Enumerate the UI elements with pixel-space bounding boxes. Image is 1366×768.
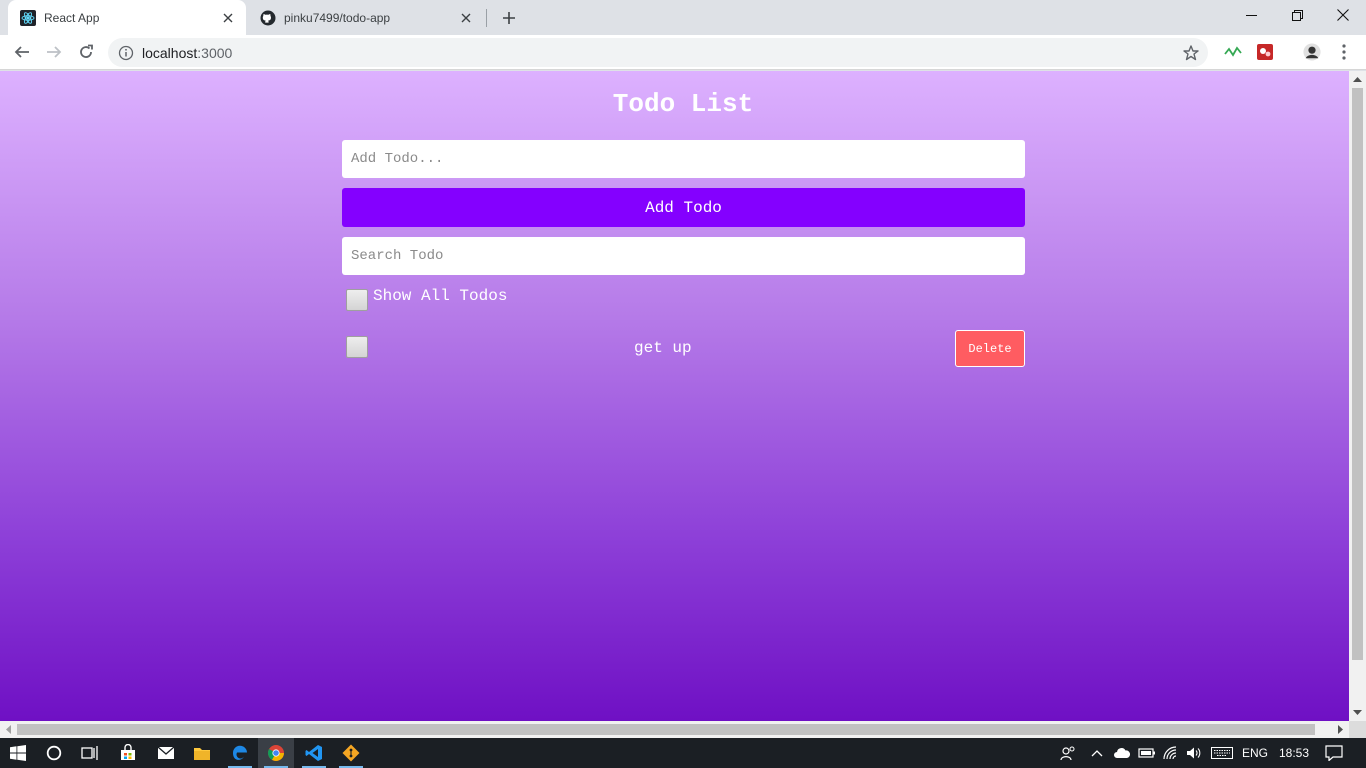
scroll-down-icon[interactable] [1353, 708, 1362, 717]
tab-title: React App [44, 10, 100, 25]
new-tab-icon[interactable] [498, 7, 520, 29]
site-info-icon[interactable] [118, 45, 134, 61]
action-center-icon[interactable] [1322, 738, 1346, 768]
scroll-left-icon[interactable] [4, 725, 13, 734]
extension-activity-icon[interactable] [1224, 43, 1242, 61]
tab-react-app[interactable]: React App [8, 0, 246, 35]
onedrive-icon[interactable] [1112, 738, 1132, 768]
close-tab-icon[interactable] [456, 8, 476, 28]
profile-avatar-icon[interactable] [1303, 43, 1321, 61]
add-todo-button[interactable]: Add Todo [342, 188, 1025, 227]
delete-todo-button[interactable]: Delete [955, 330, 1025, 367]
people-icon[interactable] [1058, 738, 1078, 768]
show-all-todos-checkbox[interactable] [346, 289, 368, 311]
reload-icon[interactable] [73, 39, 99, 65]
add-todo-input[interactable] [342, 140, 1025, 178]
extension-game-icon[interactable] [1256, 43, 1274, 61]
volume-icon[interactable] [1184, 738, 1204, 768]
cortana-icon[interactable] [36, 738, 72, 768]
scroll-right-icon[interactable] [1336, 725, 1345, 734]
page-viewport: Todo List Add Todo Show All Todos get up… [0, 71, 1349, 721]
back-icon[interactable] [9, 39, 35, 65]
vertical-scroll-thumb[interactable] [1352, 88, 1363, 660]
chrome-icon[interactable] [258, 738, 294, 768]
task-view-icon[interactable] [72, 738, 108, 768]
battery-icon[interactable] [1137, 738, 1157, 768]
wifi-icon[interactable] [1161, 738, 1181, 768]
vertical-scrollbar[interactable] [1349, 71, 1366, 721]
close-window-icon[interactable] [1320, 0, 1366, 30]
mail-icon[interactable] [148, 738, 184, 768]
browser-menu-icon[interactable] [1335, 43, 1353, 61]
forward-icon[interactable] [41, 39, 67, 65]
tab-title: pinku7499/todo-app [284, 10, 391, 25]
browser-tabstrip: React App pinku7499/todo-app [0, 0, 1366, 35]
horizontal-scrollbar[interactable] [0, 721, 1349, 738]
scroll-up-icon[interactable] [1353, 75, 1362, 84]
input-language[interactable]: ENG [1239, 738, 1271, 768]
system-clock[interactable]: 18:53 [1275, 738, 1313, 768]
browser-toolbar: localhost:3000 [0, 35, 1366, 70]
windows-taskbar: ENG 18:53 [0, 738, 1366, 768]
github-icon [260, 10, 276, 26]
touch-keyboard-icon[interactable] [1209, 738, 1235, 768]
todo-text: get up [634, 339, 692, 357]
bookmark-star-icon[interactable] [1182, 44, 1200, 62]
file-explorer-icon[interactable] [184, 738, 220, 768]
vscode-icon[interactable] [296, 738, 332, 768]
tab-separator [486, 9, 487, 27]
page-title: Todo List [612, 89, 754, 119]
git-icon[interactable] [333, 738, 369, 768]
url-host: localhost [142, 45, 198, 61]
show-all-todos-label: Show All Todos [373, 287, 508, 305]
todo-complete-checkbox[interactable] [346, 336, 368, 358]
address-bar[interactable]: localhost:3000 [108, 38, 1208, 67]
react-icon [20, 9, 36, 26]
tab-github-todo-app[interactable]: pinku7499/todo-app [248, 0, 484, 35]
show-hidden-icons-chevron-icon[interactable] [1088, 738, 1106, 768]
scrollbar-corner [1349, 721, 1366, 738]
url-text: localhost:3000 [142, 45, 232, 61]
restore-icon[interactable] [1274, 0, 1320, 30]
minimize-icon[interactable] [1228, 0, 1274, 30]
search-todo-input[interactable] [342, 237, 1025, 275]
close-tab-icon[interactable] [218, 8, 238, 28]
store-icon[interactable] [110, 738, 146, 768]
horizontal-scroll-thumb[interactable] [17, 724, 1315, 735]
edge-icon[interactable] [222, 738, 258, 768]
windows-start-icon[interactable] [0, 738, 36, 768]
url-port: :3000 [197, 45, 233, 61]
